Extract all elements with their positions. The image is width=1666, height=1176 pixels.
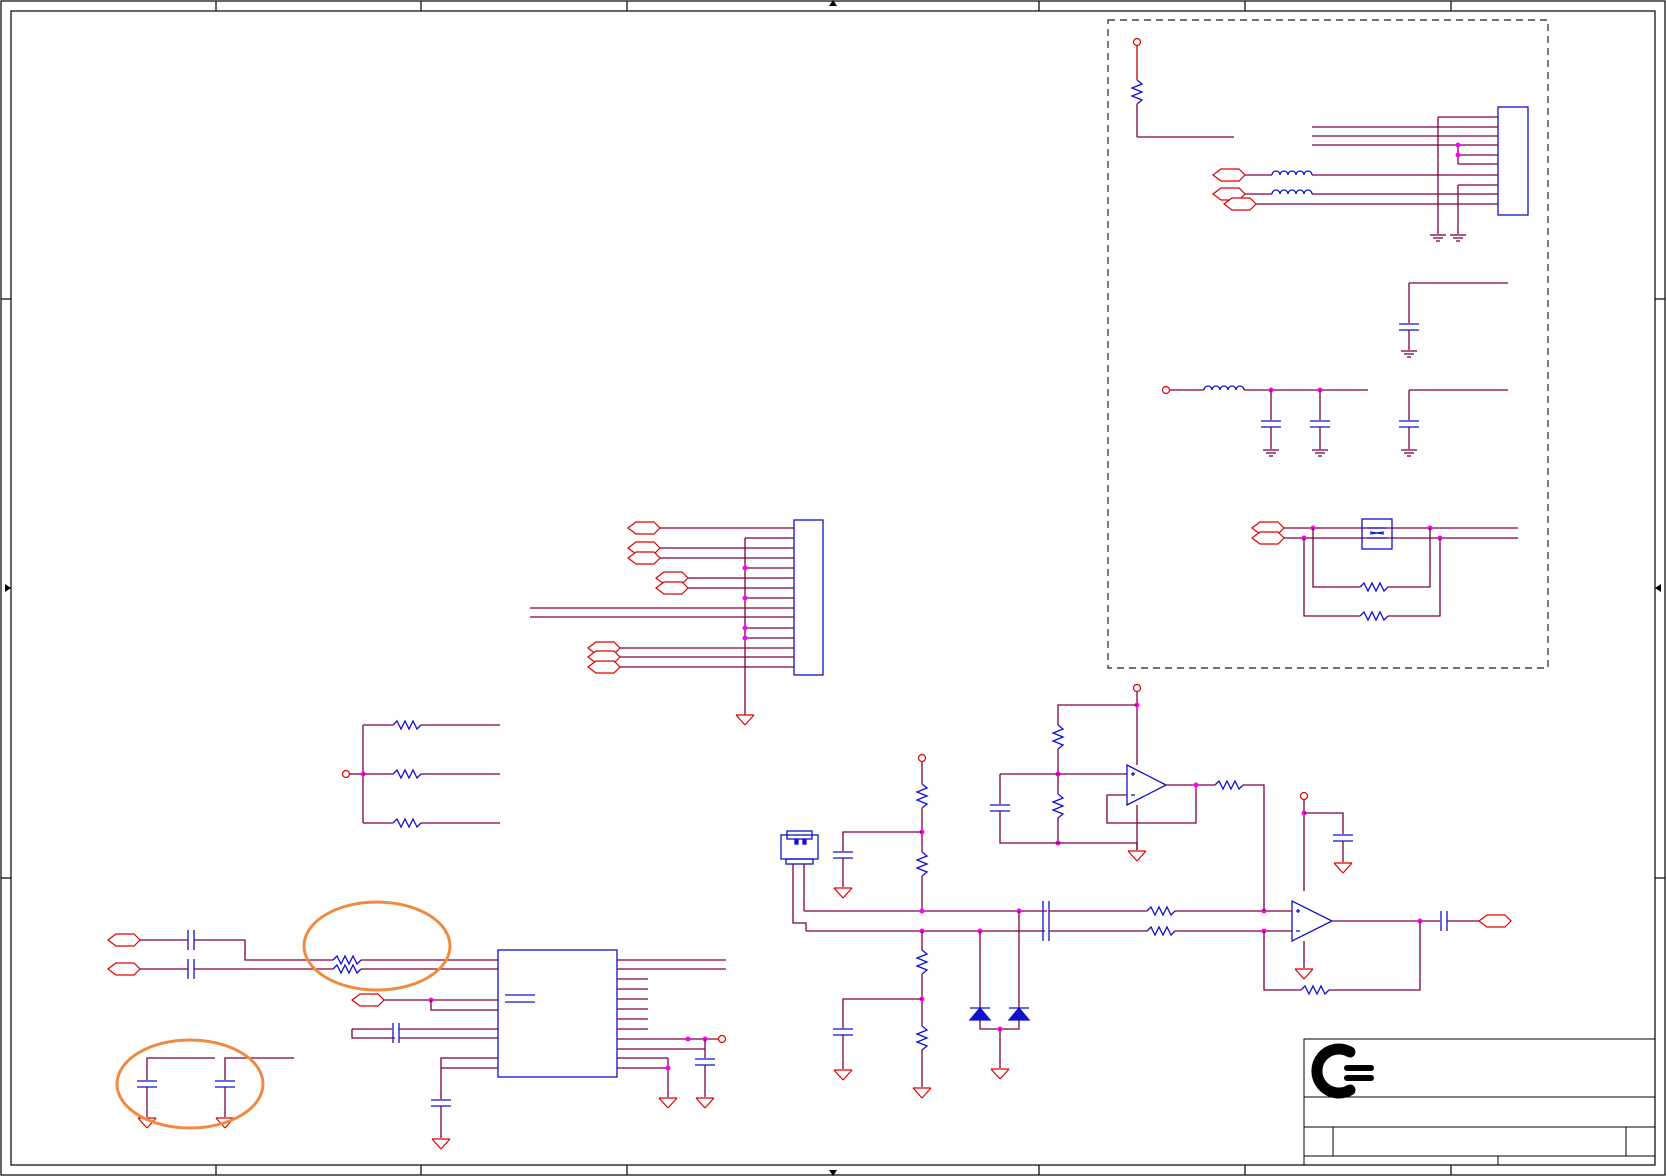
reference-opamp xyxy=(989,683,1265,911)
bottom-left-caps xyxy=(136,1057,294,1129)
company-logo-c-icon xyxy=(1311,1043,1374,1099)
lc-filter xyxy=(1161,385,1368,457)
connector-block-dashed xyxy=(1107,19,1549,669)
decoupling-caps-right xyxy=(1398,282,1508,457)
coupling-caps-center xyxy=(1042,900,1292,942)
clamp-diodes xyxy=(968,908,1031,1080)
common-mode-choke-network xyxy=(1251,518,1518,622)
bias-divider xyxy=(804,753,1047,1099)
input-jack xyxy=(780,830,819,931)
highlight-ellipse-caps xyxy=(115,1038,265,1130)
center-connector xyxy=(530,519,824,726)
title-block xyxy=(1303,1038,1656,1166)
pullup-resistor xyxy=(1130,37,1234,138)
header-connector xyxy=(1497,106,1529,216)
header-connector-wires xyxy=(1250,116,1498,242)
drawing-frame xyxy=(0,0,1666,1176)
input-coupling xyxy=(107,929,498,980)
highlight-ellipse-resistors xyxy=(302,900,452,992)
adc-ic xyxy=(351,949,727,1150)
schematic-sheet xyxy=(0,0,1666,1176)
resistor-fan xyxy=(341,719,500,829)
output-opamp xyxy=(1263,791,1512,996)
